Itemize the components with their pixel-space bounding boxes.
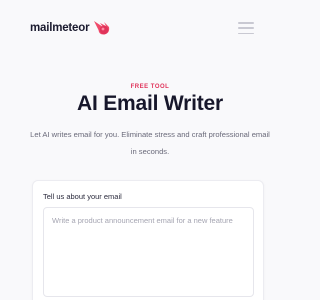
site-header: mailmeteor (0, 0, 300, 56)
page-subtitle: Let AI writes email for you. Eliminate s… (30, 130, 270, 156)
email-prompt-input[interactable] (43, 207, 254, 297)
brand-name: mailmeteor (30, 22, 90, 34)
menu-line (238, 22, 254, 24)
page-title: AI Email Writer (77, 92, 223, 115)
meteor-logo-icon (94, 21, 110, 35)
prompt-label: Tell us about your email (43, 192, 122, 201)
hamburger-menu-icon[interactable] (238, 22, 254, 34)
menu-line (238, 27, 254, 29)
email-prompt-card: Tell us about your email (32, 180, 264, 300)
menu-line (238, 32, 254, 34)
brand-logo-link[interactable]: mailmeteor (30, 18, 112, 38)
page: mailmeteor FREE TOOL AI Email Writer Let… (0, 0, 300, 300)
eyebrow-label: FREE TOOL (130, 84, 170, 90)
